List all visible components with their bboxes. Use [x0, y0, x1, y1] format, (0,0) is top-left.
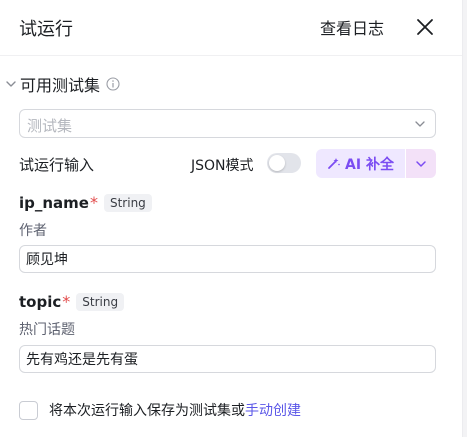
ip-name-input[interactable] — [19, 245, 436, 273]
save-as-test-set-row: 将本次运行输入保存为测试集或 手动创建 — [19, 400, 301, 420]
info-icon[interactable] — [106, 77, 120, 91]
save-as-test-set-text: 将本次运行输入保存为测试集或 — [49, 403, 245, 419]
chevron-down-icon[interactable] — [4, 77, 18, 91]
required-mark: * — [89, 193, 98, 212]
test-set-select[interactable]: 测试集 — [19, 109, 436, 138]
required-mark: * — [62, 292, 71, 311]
close-icon[interactable] — [414, 16, 436, 38]
magic-wand-icon — [328, 158, 340, 169]
trial-run-panel: 试运行 查看日志 可用测试集 测试集 试运行输入 JSON模式 AI 补全 ip… — [0, 0, 462, 437]
ai-fill-label: AI 补全 — [345, 156, 394, 173]
topic-input[interactable] — [19, 345, 436, 373]
param-ip-name-header: ip_name * String — [19, 193, 152, 212]
toggle-knob — [269, 155, 285, 171]
param-description: 作者 — [19, 223, 47, 239]
param-description: 热门话题 — [19, 322, 75, 338]
json-mode-label: JSON模式 — [191, 158, 254, 174]
ai-fill-button[interactable]: AI 补全 — [316, 149, 405, 178]
test-set-section-header[interactable]: 可用测试集 — [4, 72, 120, 96]
test-set-placeholder: 测试集 — [27, 117, 73, 135]
json-mode-toggle[interactable] — [267, 153, 301, 173]
save-as-test-set-checkbox[interactable] — [19, 400, 38, 420]
test-set-section-title: 可用测试集 — [20, 76, 101, 95]
chevron-down-icon — [416, 161, 426, 167]
scrollbar[interactable] — [462, 0, 467, 437]
type-tag: String — [76, 292, 125, 311]
chevron-down-icon — [415, 121, 425, 127]
panel-title: 试运行 — [19, 19, 73, 40]
ai-fill-dropdown-button[interactable] — [406, 149, 436, 178]
panel-header: 试运行 查看日志 — [0, 0, 462, 56]
view-logs-button[interactable]: 查看日志 — [320, 15, 384, 39]
param-name: ip_name — [19, 193, 89, 212]
param-name: topic — [19, 292, 62, 311]
manual-create-link[interactable]: 手动创建 — [245, 400, 301, 420]
type-tag: String — [103, 193, 152, 212]
run-input-label: 试运行输入 — [19, 156, 95, 174]
param-topic-header: topic * String — [19, 292, 125, 311]
